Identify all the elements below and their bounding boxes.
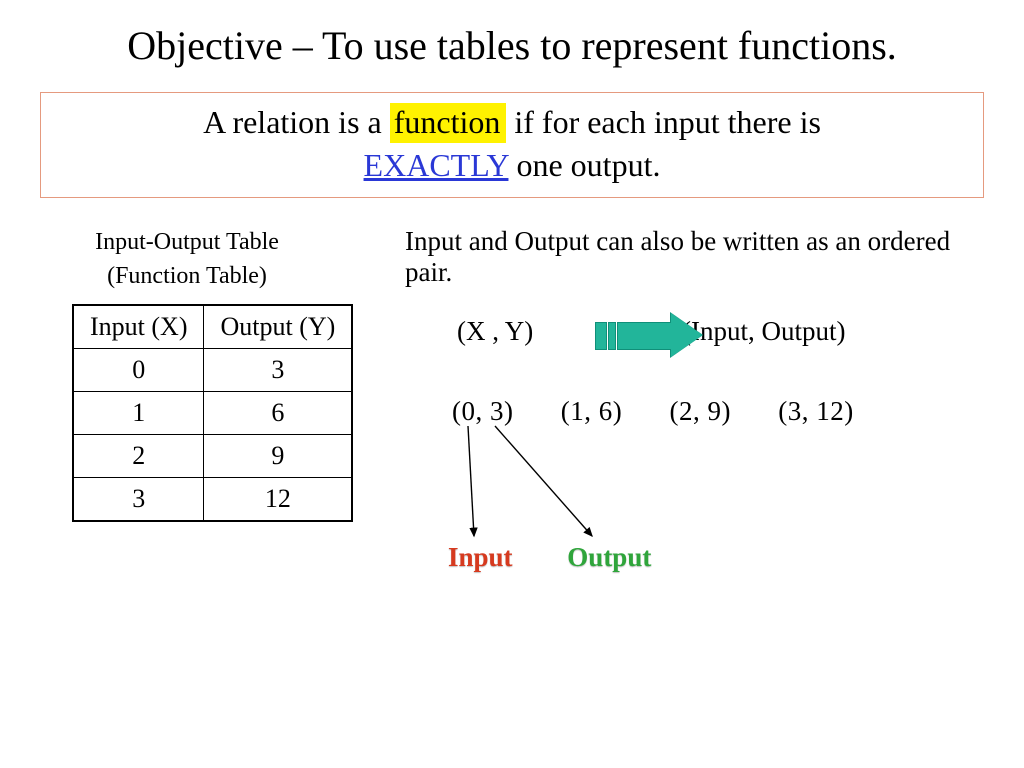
cell-x: 3 xyxy=(73,477,204,520)
cell-x: 0 xyxy=(73,349,204,392)
cell-y: 12 xyxy=(204,477,352,520)
cell-y: 3 xyxy=(204,349,352,392)
caption-line2: (Function Table) xyxy=(107,263,267,289)
cell-y: 6 xyxy=(204,392,352,435)
table-header-row: Input (X) Output (Y) xyxy=(73,305,352,348)
definition-box: A relation is a function if for each inp… xyxy=(40,92,984,198)
input-output-labels: Input Output xyxy=(448,542,651,573)
ordered-pairs-row: (0, 3) (1, 6) (2, 9) (3, 12) xyxy=(452,396,894,427)
arrow-icon xyxy=(595,316,715,354)
caption-line1: Input-Output Table xyxy=(95,229,279,255)
pair: (1, 6) xyxy=(561,396,622,427)
pair: (0, 3) xyxy=(452,396,513,427)
page-title: Objective – To use tables to represent f… xyxy=(0,0,1024,70)
table-row: 1 6 xyxy=(73,392,352,435)
def-emphasis: EXACTLY xyxy=(364,147,509,183)
head-input: Input (X) xyxy=(73,305,204,348)
ordered-pair-note: Input and Output can also be written as … xyxy=(405,226,995,288)
xy-label: (X , Y) xyxy=(457,316,533,347)
def-part2: if for each input there is xyxy=(514,104,821,140)
table-caption: Input-Output Table (Function Table) xyxy=(62,226,312,293)
pair: (3, 12) xyxy=(778,396,853,427)
cell-y: 9 xyxy=(204,435,352,478)
head-output: Output (Y) xyxy=(204,305,352,348)
output-label: Output xyxy=(567,542,651,573)
def-highlight: function xyxy=(390,103,507,143)
table-row: 0 3 xyxy=(73,349,352,392)
pair: (2, 9) xyxy=(669,396,730,427)
cell-x: 2 xyxy=(73,435,204,478)
def-part3: one output. xyxy=(516,147,660,183)
table-row: 2 9 xyxy=(73,435,352,478)
input-label: Input xyxy=(448,542,513,573)
def-part1: A relation is a xyxy=(203,104,382,140)
pointer-arrows-icon xyxy=(440,424,700,544)
function-table: Input (X) Output (Y) 0 3 1 6 2 9 3 12 xyxy=(72,304,353,521)
cell-x: 1 xyxy=(73,392,204,435)
table-row: 3 12 xyxy=(73,477,352,520)
